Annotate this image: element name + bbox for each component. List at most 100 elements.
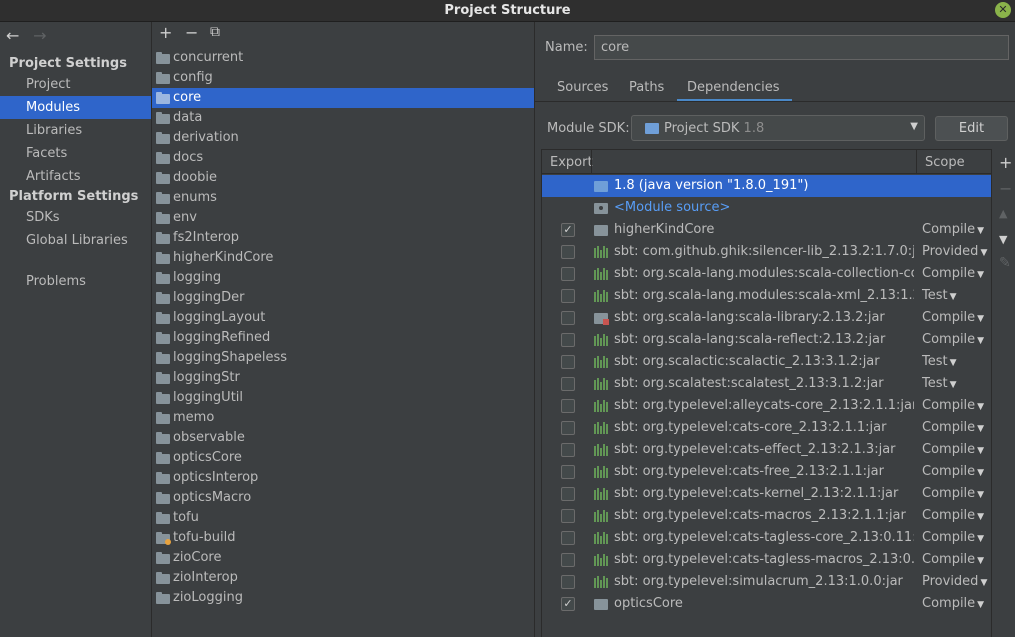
close-window-button[interactable]: ✕ bbox=[995, 2, 1011, 18]
move-down-icon[interactable]: ▼ bbox=[999, 233, 1007, 246]
module-item[interactable]: loggingStr bbox=[152, 368, 534, 388]
table-row[interactable]: sbt: org.typelevel:cats-kernel_2.13:2.1.… bbox=[542, 483, 991, 506]
table-row[interactable]: sbt: org.scala-lang:scala-library:2.13.2… bbox=[542, 307, 991, 330]
export-checkbox[interactable] bbox=[561, 289, 575, 303]
tab-sources[interactable]: Sources bbox=[557, 80, 608, 95]
scope-dropdown[interactable]: Compile ▼ bbox=[922, 483, 991, 506]
module-name-input[interactable] bbox=[594, 35, 1009, 60]
scope-dropdown[interactable]: Test ▼ bbox=[922, 285, 991, 308]
module-item[interactable]: loggingLayout bbox=[152, 308, 534, 328]
table-row[interactable]: sbt: org.typelevel:alleycats-core_2.13:2… bbox=[542, 395, 991, 418]
sidebar-item-global-libraries[interactable]: Global Libraries bbox=[0, 229, 151, 252]
module-item[interactable]: derivation bbox=[152, 128, 534, 148]
export-checkbox[interactable] bbox=[561, 443, 575, 457]
module-item[interactable]: loggingUtil bbox=[152, 388, 534, 408]
export-checkbox[interactable] bbox=[561, 575, 575, 589]
export-checkbox[interactable] bbox=[561, 509, 575, 523]
table-row[interactable]: sbt: org.scala-lang.modules:scala-xml_2.… bbox=[542, 285, 991, 308]
add-dependency-icon[interactable]: + bbox=[999, 153, 1012, 172]
sidebar-item-libraries[interactable]: Libraries bbox=[0, 119, 151, 142]
export-checkbox[interactable] bbox=[561, 487, 575, 501]
module-item[interactable]: zioLogging bbox=[152, 588, 534, 608]
scope-dropdown[interactable]: Provided ▼ bbox=[922, 241, 991, 264]
scope-dropdown[interactable]: Compile ▼ bbox=[922, 439, 991, 462]
scope-dropdown[interactable]: Compile ▼ bbox=[922, 395, 991, 418]
scope-dropdown[interactable]: Compile ▼ bbox=[922, 417, 991, 440]
export-checkbox[interactable] bbox=[561, 465, 575, 479]
module-item[interactable]: loggingRefined bbox=[152, 328, 534, 348]
export-checkbox[interactable] bbox=[561, 333, 575, 347]
module-item[interactable]: memo bbox=[152, 408, 534, 428]
edit-dependency-icon[interactable]: ✎ bbox=[999, 255, 1011, 271]
table-row[interactable]: ✓ higherKindCore Compile ▼ bbox=[542, 219, 991, 242]
module-item[interactable]: concurrent bbox=[152, 48, 534, 68]
sidebar-item-project[interactable]: Project bbox=[0, 73, 151, 96]
tab-paths[interactable]: Paths bbox=[629, 80, 664, 95]
module-item[interactable]: observable bbox=[152, 428, 534, 448]
table-row[interactable]: sbt: org.typelevel:simulacrum_2.13:1.0.0… bbox=[542, 571, 991, 593]
export-checkbox[interactable] bbox=[561, 267, 575, 281]
module-item[interactable]: logging bbox=[152, 268, 534, 288]
tab-dependencies[interactable]: Dependencies bbox=[677, 80, 792, 102]
sidebar-item-facets[interactable]: Facets bbox=[0, 142, 151, 165]
remove-module-icon[interactable]: − bbox=[185, 23, 198, 42]
table-row[interactable]: sbt: org.scalactic:scalactic_2.13:3.1.2:… bbox=[542, 351, 991, 374]
module-item[interactable]: opticsMacro bbox=[152, 488, 534, 508]
forward-arrow-icon[interactable]: → bbox=[33, 26, 55, 45]
table-row[interactable]: <Module source> bbox=[542, 197, 991, 219]
export-checkbox[interactable] bbox=[561, 421, 575, 435]
module-item[interactable]: enums bbox=[152, 188, 534, 208]
module-item[interactable]: tofu bbox=[152, 508, 534, 528]
export-checkbox[interactable]: ✓ bbox=[561, 597, 575, 611]
module-item[interactable]: docs bbox=[152, 148, 534, 168]
remove-dependency-icon[interactable]: − bbox=[999, 179, 1012, 198]
sidebar-item-problems[interactable]: Problems bbox=[0, 270, 151, 293]
table-row[interactable]: sbt: org.typelevel:cats-tagless-core_2.1… bbox=[542, 527, 991, 550]
module-item[interactable]: doobie bbox=[152, 168, 534, 188]
export-column-header[interactable]: Export bbox=[550, 155, 593, 170]
module-item[interactable]: zioCore bbox=[152, 548, 534, 568]
table-row[interactable]: sbt: org.typelevel:cats-tagless-macros_2… bbox=[542, 549, 991, 571]
copy-module-icon[interactable]: ⧉ bbox=[210, 24, 220, 40]
scope-dropdown[interactable]: Compile ▼ bbox=[922, 263, 991, 286]
sidebar-item-artifacts[interactable]: Artifacts bbox=[0, 165, 151, 188]
module-item[interactable]: loggingShapeless bbox=[152, 348, 534, 368]
move-up-icon[interactable]: ▲ bbox=[999, 207, 1007, 220]
scope-dropdown[interactable]: Test ▼ bbox=[922, 373, 991, 396]
module-item[interactable]: loggingDer bbox=[152, 288, 534, 308]
table-row[interactable]: sbt: org.scala-lang:scala-reflect:2.13.2… bbox=[542, 329, 991, 352]
scope-dropdown[interactable]: Compile ▼ bbox=[922, 505, 991, 528]
export-checkbox[interactable] bbox=[561, 399, 575, 413]
sidebar-item-sdks[interactable]: SDKs bbox=[0, 206, 151, 229]
scope-dropdown[interactable]: Compile ▼ bbox=[922, 329, 991, 352]
module-item[interactable]: config bbox=[152, 68, 534, 88]
scope-dropdown[interactable]: Compile ▼ bbox=[922, 461, 991, 484]
module-sdk-dropdown[interactable]: Project SDK 1.8 ▼ bbox=[631, 115, 925, 141]
table-row[interactable]: sbt: org.typelevel:cats-core_2.13:2.1.1:… bbox=[542, 417, 991, 440]
table-row[interactable]: sbt: org.typelevel:cats-effect_2.13:2.1.… bbox=[542, 439, 991, 462]
edit-sdk-button[interactable]: Edit bbox=[935, 116, 1008, 141]
module-item[interactable]: opticsInterop bbox=[152, 468, 534, 488]
table-row[interactable]: sbt: org.typelevel:cats-macros_2.13:2.1.… bbox=[542, 505, 991, 528]
scope-dropdown[interactable]: Compile ▼ bbox=[922, 219, 991, 242]
export-checkbox[interactable] bbox=[561, 377, 575, 391]
export-checkbox[interactable] bbox=[561, 553, 575, 567]
table-row[interactable]: sbt: org.scalatest:scalatest_2.13:3.1.2:… bbox=[542, 373, 991, 396]
export-checkbox[interactable]: ✓ bbox=[561, 223, 575, 237]
add-module-icon[interactable]: + bbox=[159, 23, 172, 42]
back-arrow-icon[interactable]: ← bbox=[6, 26, 28, 45]
table-row[interactable]: sbt: org.typelevel:cats-free_2.13:2.1.1:… bbox=[542, 461, 991, 484]
module-item[interactable]: tofu-build bbox=[152, 528, 534, 548]
scope-column-header[interactable]: Scope bbox=[925, 155, 965, 170]
export-checkbox[interactable] bbox=[561, 311, 575, 325]
table-row[interactable]: ✓ opticsCore Compile ▼ bbox=[542, 593, 991, 616]
table-row[interactable]: sbt: org.scala-lang.modules:scala-collec… bbox=[542, 263, 991, 286]
table-row[interactable]: sbt: com.github.ghik:silencer-lib_2.13.2… bbox=[542, 241, 991, 264]
sidebar-item-modules[interactable]: Modules bbox=[0, 96, 151, 119]
scope-dropdown[interactable]: Compile ▼ bbox=[922, 593, 991, 616]
module-item[interactable]: zioInterop bbox=[152, 568, 534, 588]
module-item[interactable]: core bbox=[152, 88, 534, 108]
scope-dropdown[interactable]: Test ▼ bbox=[922, 351, 991, 374]
scope-dropdown[interactable]: Compile ▼ bbox=[922, 527, 991, 550]
scope-dropdown[interactable]: Compile ▼ bbox=[922, 307, 991, 330]
